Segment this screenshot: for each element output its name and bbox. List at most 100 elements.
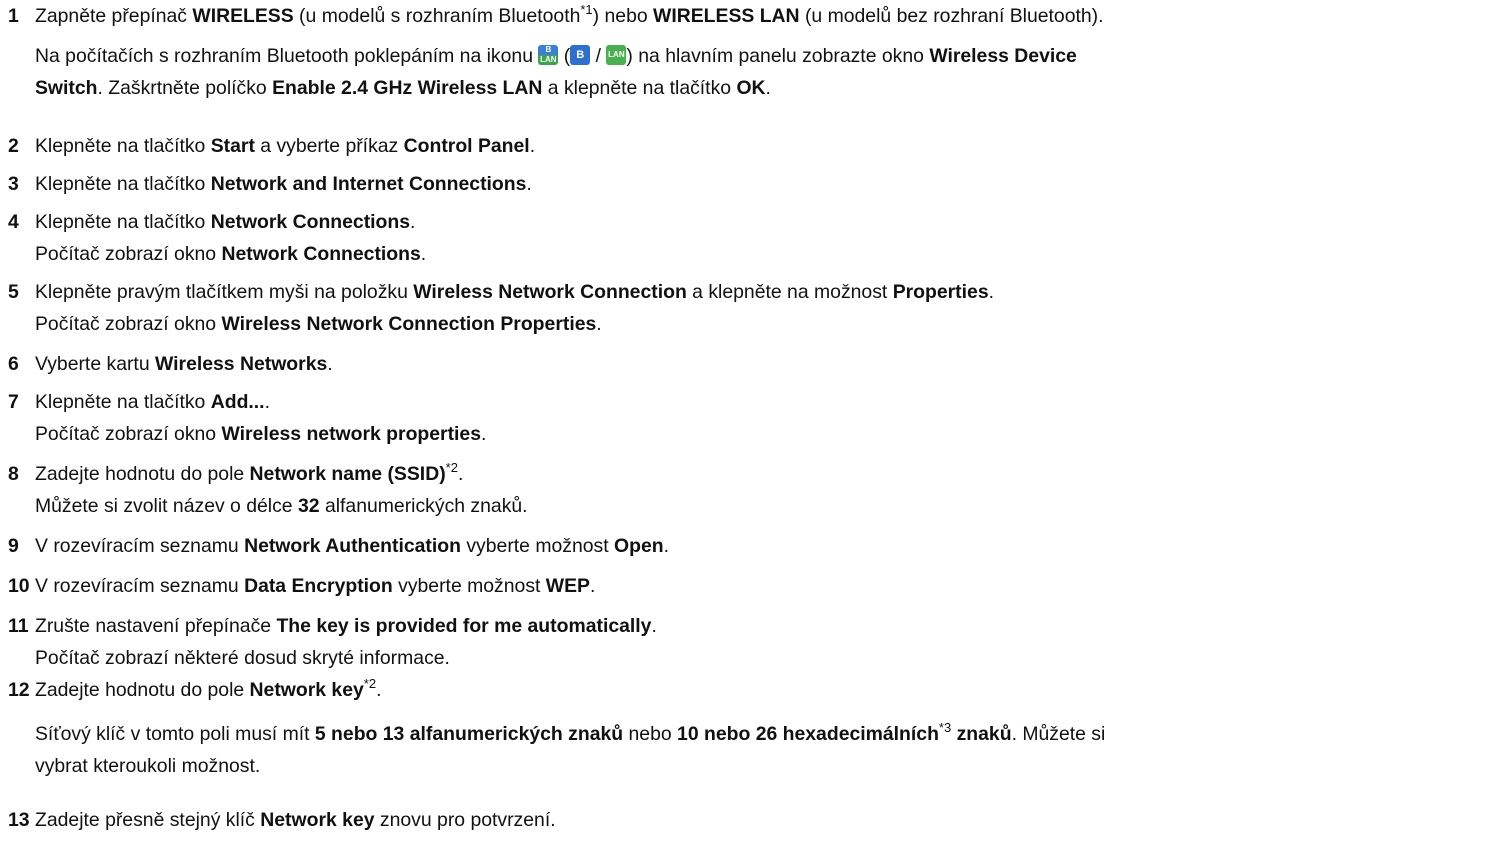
text-run: .: [526, 173, 532, 195]
step-number: 13: [8, 809, 30, 831]
bold-term: Add...: [210, 391, 265, 413]
text-run: .: [264, 391, 270, 413]
step-number: 6: [8, 353, 19, 375]
text-run: Zadejte hodnotu do pole: [35, 679, 250, 701]
footnote-ref: *3: [938, 720, 952, 735]
text-run: .: [596, 313, 602, 335]
step-number: 4: [8, 211, 19, 233]
text-run: ) nebo: [592, 5, 654, 27]
step-text: Klepněte pravým tlačítkem myši na položk…: [35, 276, 994, 340]
text-run: vyberte možnost: [460, 535, 615, 557]
text-run: .: [529, 135, 536, 157]
step-line: V rozevíracím seznamu Data Encryption vy…: [35, 570, 595, 602]
text-run: a vyberte příkaz: [254, 135, 404, 157]
step-number: 1: [8, 5, 19, 27]
text-run: Můžete si zvolit název o délce: [35, 495, 298, 517]
text-run: Počítač zobrazí okno: [35, 313, 222, 335]
bold-term: 5 nebo 13 alfanumerických znaků: [314, 723, 624, 745]
step-number: 7: [8, 391, 19, 413]
text-run: (: [558, 45, 571, 67]
bold-term: Network Authentication: [244, 535, 461, 557]
text-run: V rozevíracím seznamu: [35, 535, 245, 557]
bold-term: Start: [210, 135, 255, 157]
text-run: . Zaškrtněte políčko: [97, 77, 273, 99]
text-run: alfanumerických znaků.: [319, 495, 528, 517]
step-line: Klepněte pravým tlačítkem myši na položk…: [35, 276, 994, 308]
step-line: Klepněte na tlačítko Network Connections…: [35, 206, 426, 238]
step-text: Klepněte na tlačítko Network and Interne…: [35, 168, 532, 200]
bold-term: Wireless Network Connection Properties: [221, 313, 597, 335]
step-text: Vyberte kartu Wireless Networks.: [35, 348, 333, 380]
step-line: V rozevíracím seznamu Network Authentica…: [35, 530, 669, 562]
step-line: Zrušte nastavení přepínače The key is pr…: [35, 610, 657, 642]
bold-term: Network and Internet Connections: [210, 173, 527, 195]
text-run: .: [589, 575, 596, 597]
bold-term: Data Encryption: [244, 575, 393, 597]
lan-icon: LAN: [606, 45, 627, 65]
text-run: Zapněte přepínač: [35, 5, 193, 27]
bold-term: Wireless network properties: [221, 423, 481, 445]
bold-term: Network key: [260, 809, 375, 831]
text-run: (u modelů s rozhraním Bluetooth: [293, 5, 581, 27]
step-line: Můžete si zvolit název o délce 32 alfanu…: [35, 490, 528, 522]
text-run: .: [765, 77, 771, 99]
step-number: 11: [8, 615, 29, 637]
text-run: .: [376, 679, 382, 701]
text-run: ) na hlavním panelu zobrazte okno: [626, 45, 930, 67]
step-line: Switch. Zaškrtněte políčko Enable 2.4 GH…: [35, 72, 771, 104]
footnote-ref: *2: [363, 676, 377, 691]
bold-term: 10 nebo 26 hexadecimálních: [677, 723, 939, 745]
wireless-combo-icon: B LAN: [538, 45, 559, 65]
text-run: Počítač zobrazí okno: [35, 423, 222, 445]
text-run: Zadejte přesně stejný klíč: [35, 809, 261, 831]
bold-term: Wireless Network Connection: [413, 281, 687, 303]
step-line: Počítač zobrazí některé dosud skryté inf…: [35, 642, 657, 674]
text-run: .: [663, 535, 669, 557]
step-line: Na počítačích s rozhraním Bluetooth pokl…: [35, 40, 1077, 72]
text-run: Počítač zobrazí okno: [35, 243, 222, 265]
step-text: Zrušte nastavení přepínače The key is pr…: [35, 610, 657, 674]
step-line: Vyberte kartu Wireless Networks.: [35, 348, 333, 380]
step-text: Zadejte hodnotu do pole Network name (SS…: [35, 458, 528, 522]
text-run: .: [457, 463, 464, 485]
step-line: Počítač zobrazí okno Wireless Network Co…: [35, 308, 994, 340]
bold-term: Switch: [35, 77, 98, 99]
text-run: Zrušte nastavení přepínače: [35, 615, 277, 637]
step-number: 10: [8, 575, 30, 597]
bold-term: WEP: [545, 575, 590, 597]
step-text: Klepněte na tlačítko Network Connections…: [35, 206, 426, 270]
text-run: Počítač zobrazí některé dosud skryté inf…: [35, 647, 450, 669]
text-run: Klepněte na tlačítko: [35, 173, 211, 195]
text-run: Klepněte pravým tlačítkem myši na položk…: [35, 281, 414, 303]
step-text: Klepněte na tlačítko Add.... Počítač zobr…: [35, 386, 486, 450]
step-line: Síťový klíč v tomto poli musí mít 5 nebo…: [35, 718, 1105, 750]
bold-term: 32: [297, 495, 320, 517]
text-run: .: [420, 243, 427, 265]
bold-term: Wireless Networks: [155, 353, 328, 375]
text-run: znovu pro potvrzení.: [374, 809, 556, 831]
text-run: (u modelů bez rozhraní Bluetooth).: [799, 5, 1104, 27]
text-run: Klepněte na tlačítko: [35, 135, 211, 157]
text-run: Klepněte na tlačítko: [35, 211, 211, 233]
step-line: Klepněte na tlačítko Add....: [35, 386, 486, 418]
text-run: .: [481, 423, 487, 445]
bold-term: Network key: [249, 679, 364, 701]
text-run: /: [590, 45, 607, 67]
step-line: Klepněte na tlačítko Network and Interne…: [35, 168, 532, 200]
text-run: vybrat kteroukoli možnost.: [35, 755, 261, 777]
step-number: 12: [8, 679, 30, 701]
step-number: 8: [8, 463, 19, 485]
text-run: Na počítačích s rozhraním Bluetooth pokl…: [35, 45, 539, 67]
bluetooth-icon: B: [570, 45, 591, 65]
text-run: . Můžete si: [1011, 723, 1106, 745]
text-run: Vyberte kartu: [35, 353, 155, 375]
bold-term: Network Connections: [210, 211, 411, 233]
bold-term: znaků: [956, 723, 1012, 745]
text-run: Zadejte hodnotu do pole: [35, 463, 250, 485]
bold-term: Properties: [892, 281, 989, 303]
step-text: Zadejte přesně stejný klíč Network key z…: [35, 804, 556, 836]
bold-term: OK: [736, 77, 766, 99]
instruction-page: 1 Zapněte přepínač WIRELESS (u modelů s r…: [0, 0, 1509, 868]
step-number: 3: [8, 173, 19, 195]
bold-term: Network name (SSID): [249, 463, 446, 485]
